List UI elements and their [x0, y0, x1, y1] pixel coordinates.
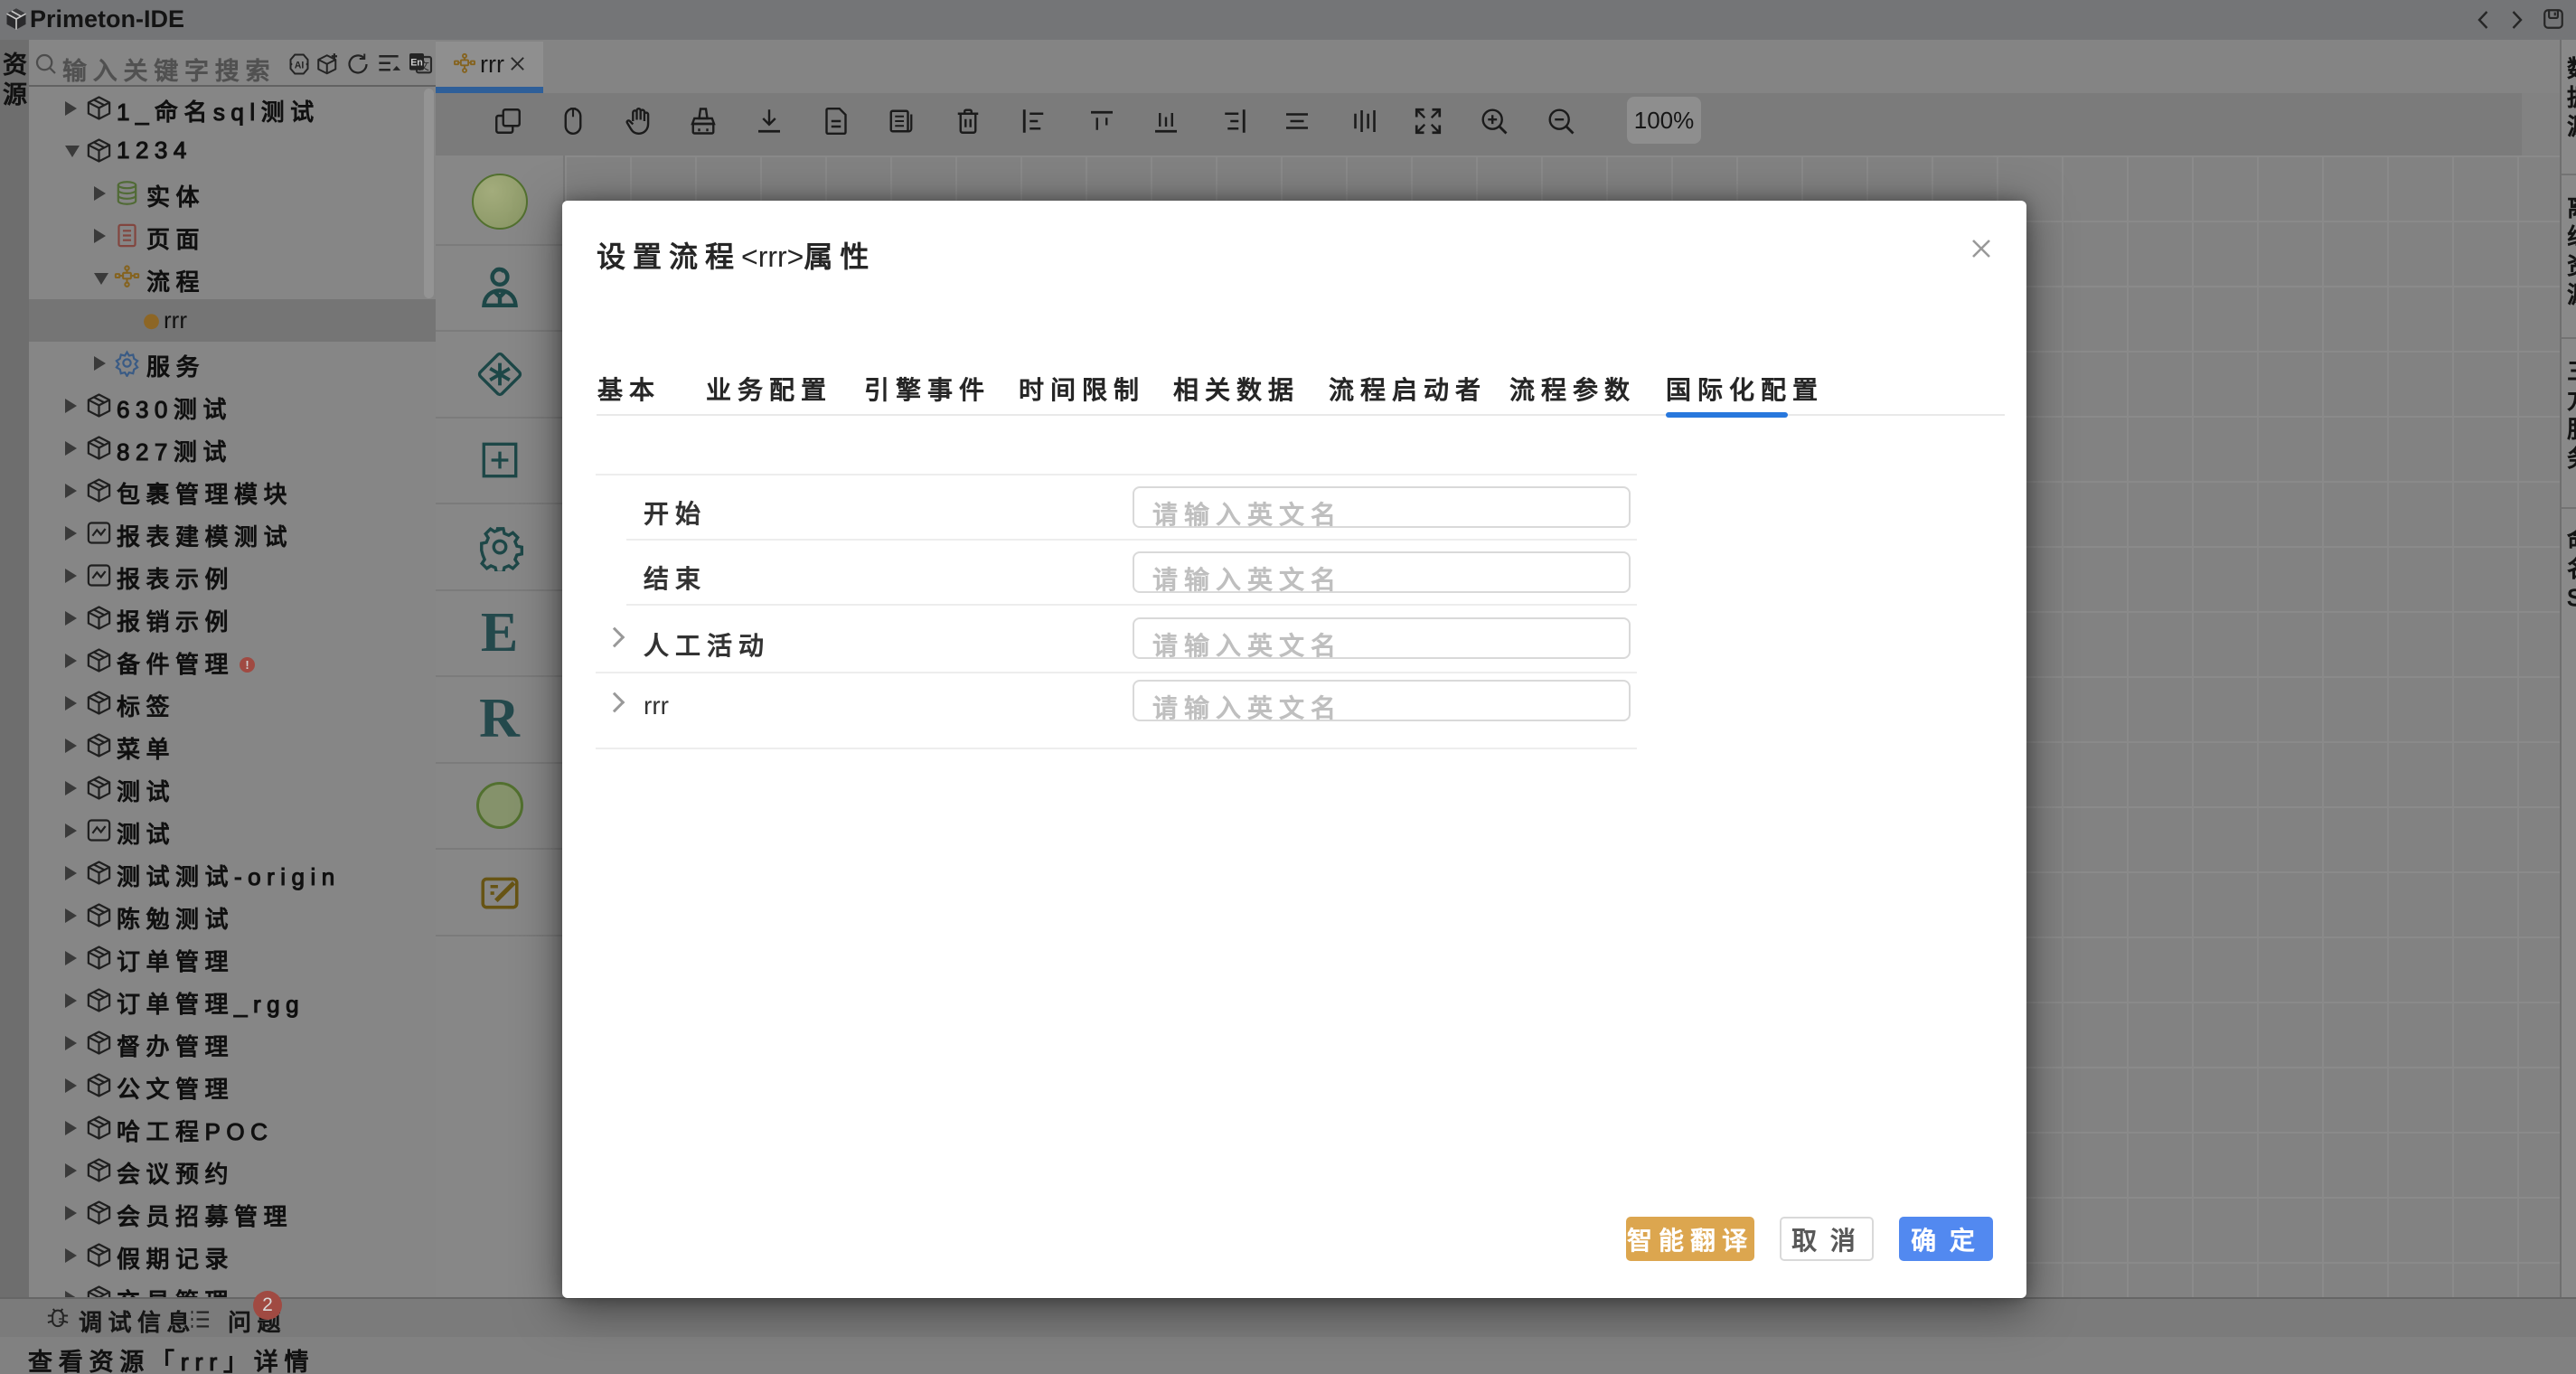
svg-text:AI: AI: [295, 61, 305, 71]
svg-text:En: En: [410, 58, 423, 69]
